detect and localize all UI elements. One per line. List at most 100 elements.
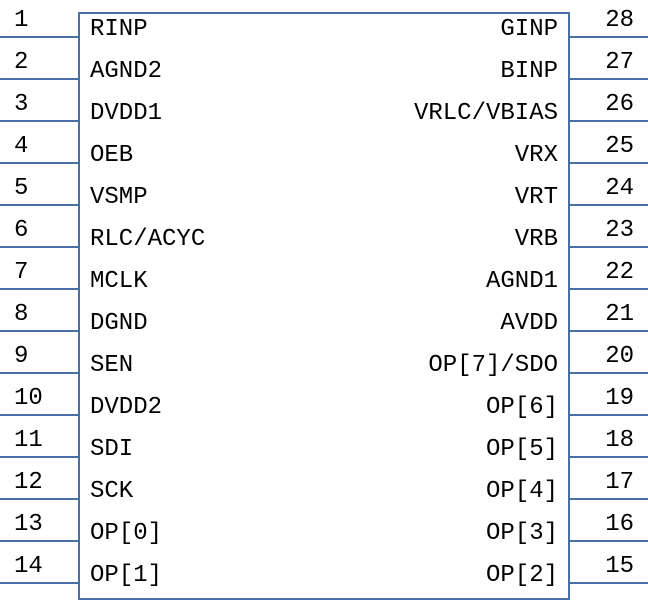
pin-lead: 3 [0,84,78,126]
pin-number: 10 [14,385,43,412]
pin-lead: 18 [570,420,648,462]
pin-lead: 8 [0,294,78,336]
pin-lead: 26 [570,84,648,126]
pin-row-right: OP[5] 18 [324,420,648,462]
pin-row-left: 8 DGND [0,294,324,336]
pin-lead: 19 [570,378,648,420]
pin-label: SCK [78,478,145,505]
pin-number: 14 [14,553,43,580]
pin-lead: 28 [570,0,648,42]
pin-lead: 4 [0,126,78,168]
pin-row-left: 12 SCK [0,462,324,504]
pin-row-right: VRB 23 [324,210,648,252]
pin-label: AGND1 [474,268,570,295]
pin-row-left: 5 VSMP [0,168,324,210]
pin-label: OP[0] [78,520,174,547]
pin-number: 4 [14,133,28,160]
pin-row-left: 13 OP[0] [0,504,324,546]
pin-number: 5 [14,175,28,202]
pin-lead: 15 [570,546,648,588]
pin-lead: 25 [570,126,648,168]
pin-label: DGND [78,310,160,337]
pin-number: 12 [14,469,43,496]
pin-number: 21 [605,301,634,328]
pin-label: MCLK [78,268,160,295]
pin-row-right: VRX 25 [324,126,648,168]
pin-label: OP[5] [474,436,570,463]
pin-number: 18 [605,427,634,454]
pin-label: VSMP [78,184,160,211]
pin-row-left: 1 RINP [0,0,324,42]
pin-label: OP[7]/SDO [416,352,570,379]
pin-number: 15 [605,553,634,580]
pin-lead: 14 [0,546,78,588]
pin-lead: 2 [0,42,78,84]
pin-lead: 13 [0,504,78,546]
pin-lead: 21 [570,294,648,336]
pin-row-left: 7 MCLK [0,252,324,294]
pin-lead: 20 [570,336,648,378]
pin-label: VRX [503,142,570,169]
pin-label: OEB [78,142,145,169]
pin-number: 1 [14,7,28,34]
pin-lead: 6 [0,210,78,252]
pin-number: 27 [605,49,634,76]
pin-number: 11 [14,427,43,454]
pin-number: 7 [14,259,28,286]
pin-number: 8 [14,301,28,328]
pin-label: DVDD1 [78,100,174,127]
pin-label: RINP [78,16,160,43]
pin-row-right: OP[4] 17 [324,462,648,504]
pin-number: 20 [605,343,634,370]
pin-number: 19 [605,385,634,412]
pin-label: OP[4] [474,478,570,505]
pin-label: BINP [488,58,570,85]
pin-label: DVDD2 [78,394,174,421]
pin-lead: 24 [570,168,648,210]
pin-row-right: BINP 27 [324,42,648,84]
pin-label: RLC/ACYC [78,226,217,253]
pin-row-right: GINP28 [324,0,648,42]
pin-row-right: VRLC/VBIAS26 [324,84,648,126]
pin-number: 3 [14,91,28,118]
pin-number: 9 [14,343,28,370]
pin-label: VRB [503,226,570,253]
pin-label: SEN [78,352,145,379]
pin-lead: 1 [0,0,78,42]
pin-lead: 17 [570,462,648,504]
pin-label: OP[2] [474,562,570,589]
pin-row-right: OP[6] 19 [324,378,648,420]
pin-label: AVDD [488,310,570,337]
pin-lead: 10 [0,378,78,420]
chip-pinout-diagram: 1 RINP 2 AGND2 3 DVDD1 4 OEB 5 VSMP 6RLC/ACYC… [0,0,648,612]
pin-label: OP[3] [474,520,570,547]
pin-label: OP[1] [78,562,174,589]
pin-row-right: OP[3] 16 [324,504,648,546]
pin-row-right: OP[2] 15 [324,546,648,588]
pin-row-left: 6RLC/ACYC [0,210,324,252]
pin-lead: 5 [0,168,78,210]
pin-label: SDI [78,436,145,463]
pin-number: 23 [605,217,634,244]
pin-label: AGND2 [78,58,174,85]
pin-number: 17 [605,469,634,496]
pin-row-right: VRT 24 [324,168,648,210]
pin-row-right: AGND1 22 [324,252,648,294]
pin-label: VRT [503,184,570,211]
pin-row-left: 2 AGND2 [0,42,324,84]
pin-lead: 12 [0,462,78,504]
pin-number: 16 [605,511,634,538]
pin-number: 22 [605,259,634,286]
pin-number: 25 [605,133,634,160]
pin-label: OP[6] [474,394,570,421]
pin-row-left: 11 SDI [0,420,324,462]
pin-row-right: AVDD 21 [324,294,648,336]
pin-row-left: 14 OP[1] [0,546,324,588]
pin-number: 24 [605,175,634,202]
pin-number: 28 [605,7,634,34]
pin-lead: 23 [570,210,648,252]
pin-lead: 11 [0,420,78,462]
pin-number: 13 [14,511,43,538]
pin-lead: 22 [570,252,648,294]
pin-number: 2 [14,49,28,76]
